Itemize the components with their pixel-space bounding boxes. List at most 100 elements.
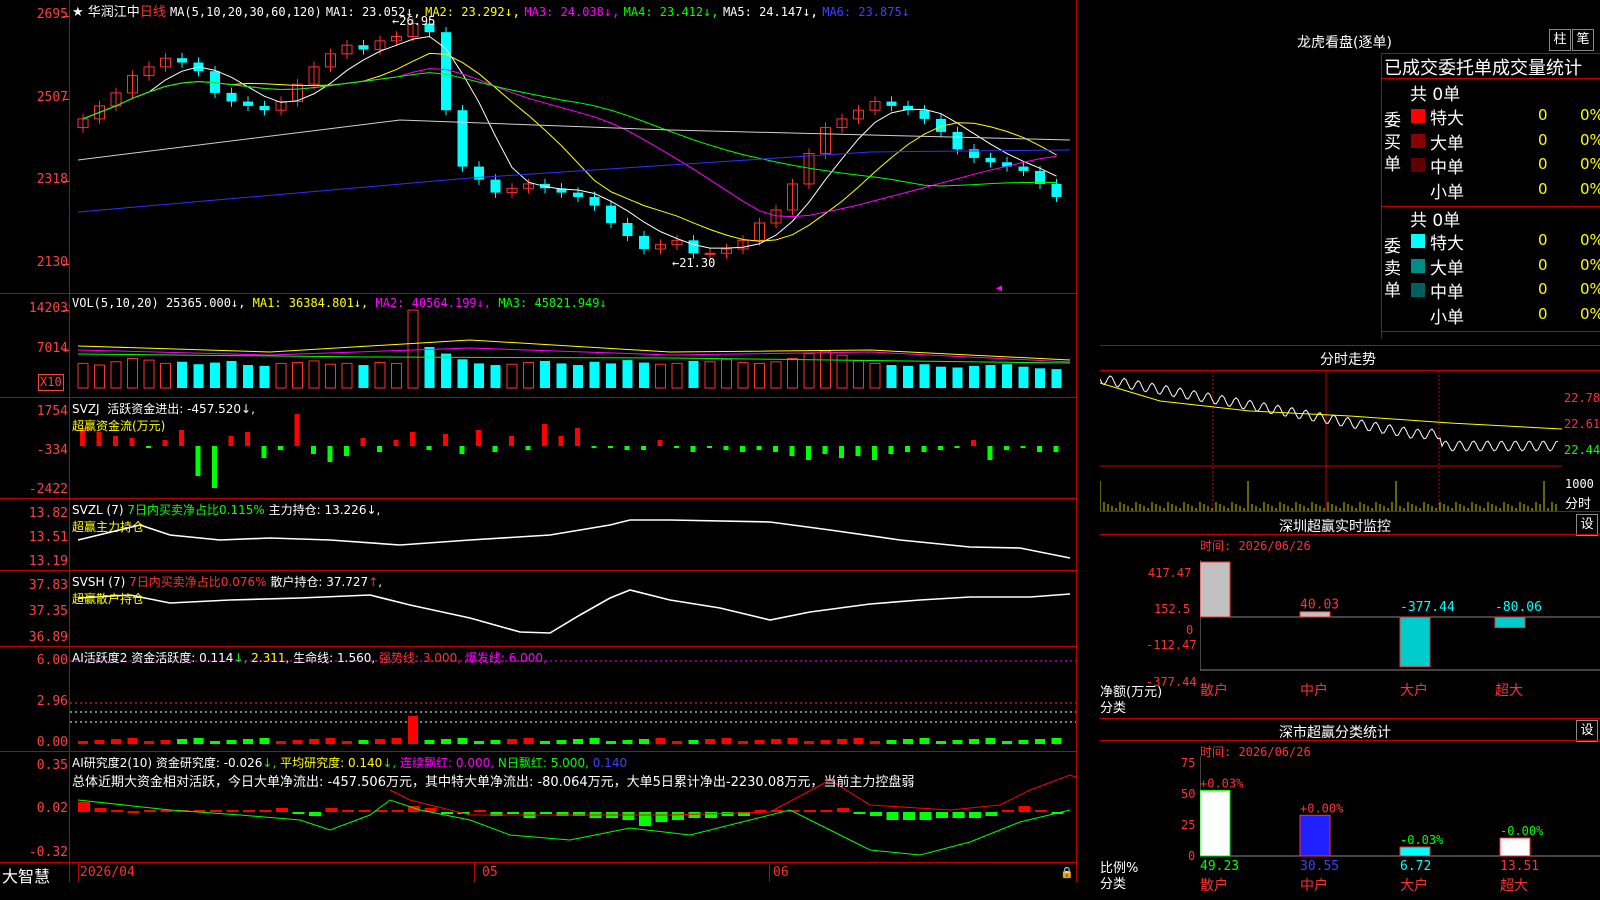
brand-logo: 大智慧 — [2, 867, 51, 886]
fund-flow-bar — [410, 432, 415, 446]
candle-body — [704, 252, 716, 255]
price-line — [1100, 375, 1559, 452]
volume-bar — [952, 367, 963, 388]
fund-flow-bar — [806, 446, 811, 460]
activity-bar — [853, 738, 864, 744]
monitor-bar-value: -80.06 — [1495, 600, 1542, 615]
order-row: 小单 0 0% — [1408, 303, 1600, 328]
fund-flow-bar — [443, 434, 448, 446]
research-bar — [804, 810, 816, 812]
ma-line — [82, 72, 1057, 187]
fund-flow-bar — [311, 446, 316, 454]
divider — [0, 862, 1077, 863]
order-row: 中单 0 0% — [1408, 153, 1600, 178]
order-row: 小单 0 0% — [1408, 178, 1600, 203]
volume-bar — [243, 365, 253, 388]
research-bar — [507, 812, 519, 814]
fund-flow-bar — [459, 446, 465, 454]
fund-flow-bar — [591, 446, 597, 448]
activity-bar — [193, 738, 204, 744]
activity-bar — [936, 741, 946, 744]
order-type-label: 特大 — [1430, 109, 1464, 129]
order-count: 0 — [1538, 255, 1548, 274]
class-bar-pct: +0.03% — [1200, 776, 1244, 790]
sell-total: 共 0单 — [1410, 211, 1461, 231]
fund-flow-bar — [608, 446, 613, 448]
fund-flow-bar — [558, 436, 564, 446]
activity-bar — [886, 740, 897, 744]
volume-bar — [407, 309, 419, 389]
ai-research-panel-title: AI研究度2(10) 资金研究度: -0.026↓, 平均研究度: 0.140↓… — [72, 756, 628, 770]
volume-bar — [127, 357, 138, 389]
lock-icon[interactable]: 🔒 — [1060, 866, 1074, 879]
volume-bar — [589, 361, 600, 388]
fund-flow-bar — [344, 446, 349, 456]
monitor-bar — [1399, 616, 1431, 668]
monitor-x-label: 分类 — [1100, 701, 1127, 716]
fund-flow-bar — [393, 440, 399, 446]
research-bar — [325, 808, 338, 812]
monitor-time: 时间: 2026/06/26 — [1200, 539, 1311, 553]
low-price-marker: ←21.30 — [672, 256, 716, 270]
bar-view-button[interactable]: 柱 — [1549, 29, 1571, 51]
monitor-settings-button[interactable]: 设 — [1576, 514, 1598, 536]
activity-bar — [655, 738, 666, 744]
activity-bar — [771, 739, 781, 744]
candle-body — [1018, 166, 1029, 171]
activity-bar — [259, 738, 270, 744]
fund-flow-bar — [245, 432, 250, 446]
order-row: 大单 0 0% — [1408, 254, 1600, 279]
svzl-axis-label: 13.51 — [28, 530, 68, 545]
volume-bar — [573, 365, 583, 388]
candle-body — [441, 32, 451, 111]
monitor-category: 超大 — [1495, 683, 1523, 699]
class-category: 散户 — [1200, 877, 1228, 894]
fund-flow-bar — [888, 446, 894, 454]
order-percent: 0% — [1580, 155, 1600, 173]
activity-bar — [1051, 738, 1062, 744]
research-bar — [292, 812, 305, 814]
order-type-label: 小单 — [1430, 307, 1464, 328]
fund-flow-bar — [525, 446, 531, 450]
activity-bar — [342, 741, 352, 744]
intraday-title: 分时走势 — [1320, 352, 1376, 368]
intraday-axis-label: 22.61 — [1564, 417, 1600, 431]
monitor-bar — [1494, 616, 1526, 629]
candle-body — [606, 205, 616, 223]
fund-flow-bar — [96, 432, 102, 446]
research-bar — [127, 811, 140, 813]
fund-flow-bar — [327, 446, 333, 462]
research-bar — [342, 810, 354, 812]
volume-bar — [606, 363, 616, 388]
class-settings-button[interactable]: 设 — [1576, 720, 1598, 742]
monitor-bar — [1200, 561, 1231, 618]
color-swatch — [1411, 258, 1425, 273]
intraday-chart[interactable] — [1100, 371, 1562, 511]
pen-view-button[interactable]: 笔 — [1572, 29, 1594, 51]
volume-bar — [919, 364, 930, 388]
research-bar — [144, 810, 156, 812]
fund-flow-bar — [905, 446, 910, 452]
color-swatch — [1411, 307, 1425, 322]
ai-research-axis-label: 0.02 — [36, 801, 68, 816]
activity-bar — [738, 741, 748, 744]
cursor-marker: ◀ — [996, 283, 1003, 294]
activity-bar — [1018, 740, 1029, 744]
research-bar — [870, 812, 882, 816]
fund-flow-bar — [954, 446, 960, 448]
class-axis-label: 75 — [1181, 756, 1196, 770]
monitor-bar-value: -377.44 — [1400, 600, 1455, 615]
research-bar — [358, 810, 371, 812]
svzl-axis-label: 13.82 — [28, 506, 68, 521]
fund-flow-bar — [740, 446, 745, 452]
class-category: 大户 — [1400, 877, 1428, 894]
dragon-tiger-title: 龙虎看盘(逐单) — [1297, 35, 1392, 51]
fund-flow-bar — [492, 446, 498, 452]
fund-flow-bar — [360, 438, 366, 446]
fund-flow-bar — [839, 446, 844, 458]
activity-bar — [820, 740, 831, 744]
volume-bar — [853, 360, 864, 389]
monitor-chart: 417.47 散户 40.03 中户 -377.44 大户 -80.06 超大 — [1200, 560, 1600, 699]
fund-flow-bar — [723, 446, 729, 450]
order-stats-tab[interactable]: 已成交委托单成交量统计 — [1384, 54, 1582, 80]
